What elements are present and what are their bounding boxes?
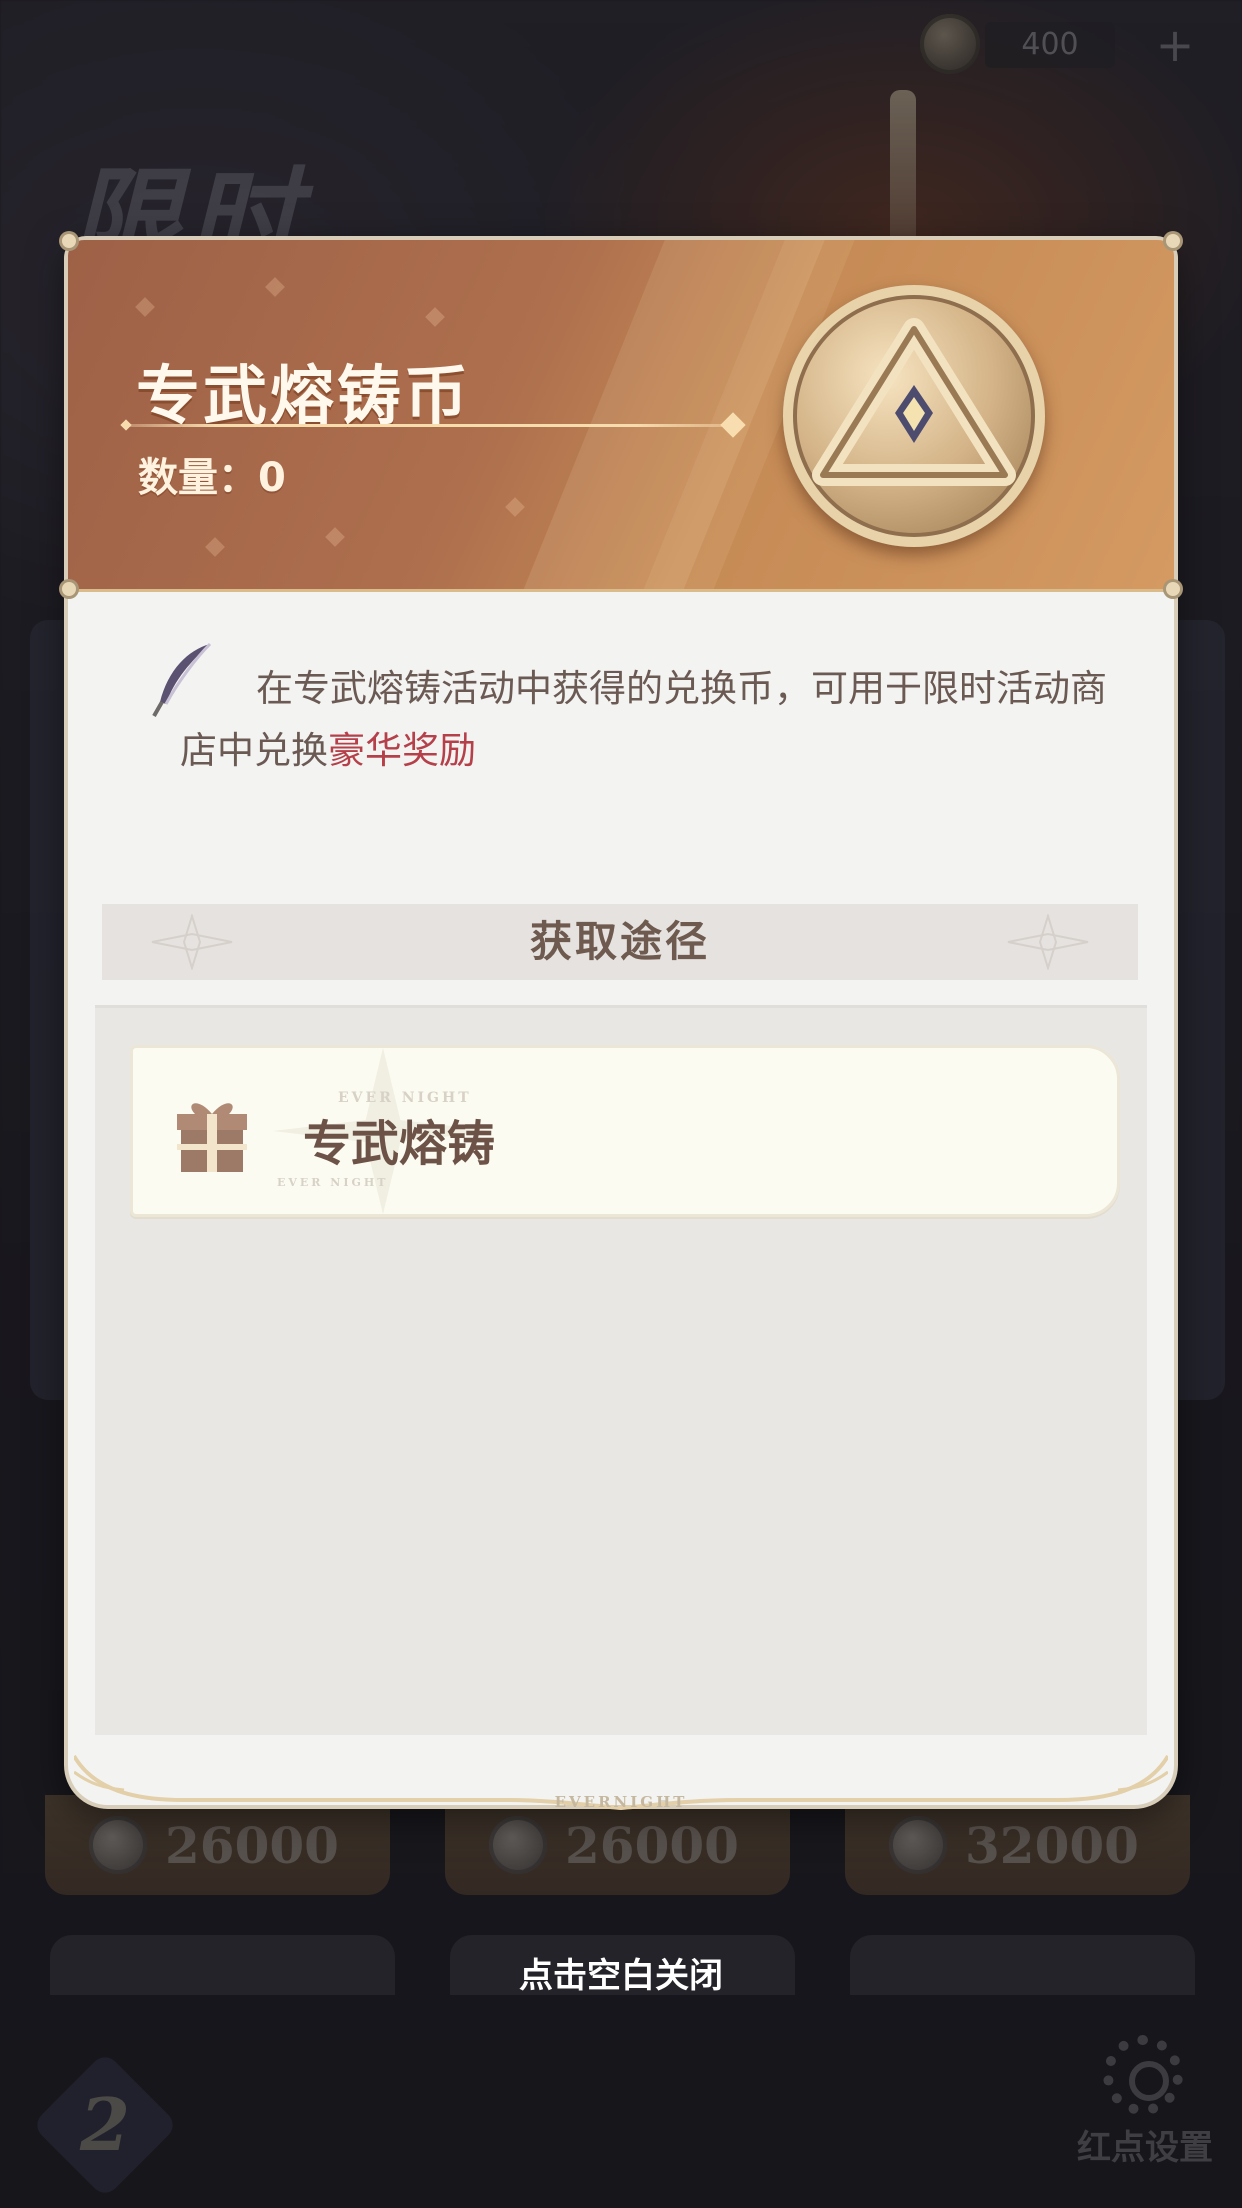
- quantity-label: 数量：: [138, 455, 258, 501]
- popup-header: 专武熔铸币 数量：0: [68, 240, 1174, 592]
- footer-brand-mark: EVERNIGHT: [554, 1793, 688, 1811]
- item-description: 在专武熔铸活动中获得的兑换币，可用于限时活动商店中兑换豪华奖励: [180, 658, 1110, 782]
- quantity-value: 0: [258, 455, 286, 501]
- tap-to-close-hint[interactable]: 点击空白关闭: [0, 1948, 1242, 1997]
- corner-ornament: [62, 234, 76, 248]
- forge-coin-icon: [783, 285, 1045, 547]
- sources-section-header: 获取途径: [102, 904, 1138, 980]
- source-label: 专武熔铸: [303, 1116, 496, 1172]
- source-item-weapon-forge[interactable]: EVER NIGHT EVER NIGHT 专武熔铸: [130, 1045, 1120, 1217]
- star-ornament-icon: [151, 914, 233, 970]
- item-detail-popup: 专武熔铸币 数量：0 在专武熔铸活动中获得的兑换币，可用于限时活动商店中兑换豪华…: [62, 234, 1180, 1811]
- corner-ornament: [1166, 234, 1180, 248]
- star-ornament-icon: [1007, 914, 1089, 970]
- source-icon-watermark: EVER NIGHT: [277, 1176, 389, 1189]
- item-quantity: 数量：0: [138, 445, 286, 503]
- description-text: 在专武熔铸活动中获得的兑换币，可用于限时活动商店中兑换: [180, 667, 1107, 772]
- corner-ornament: [1166, 582, 1180, 596]
- gift-box-icon: [177, 1103, 247, 1172]
- corner-ornament: [62, 582, 76, 596]
- sources-title: 获取途径: [529, 917, 710, 966]
- description-highlight: 豪华奖励: [328, 729, 476, 772]
- title-divider: [126, 424, 726, 427]
